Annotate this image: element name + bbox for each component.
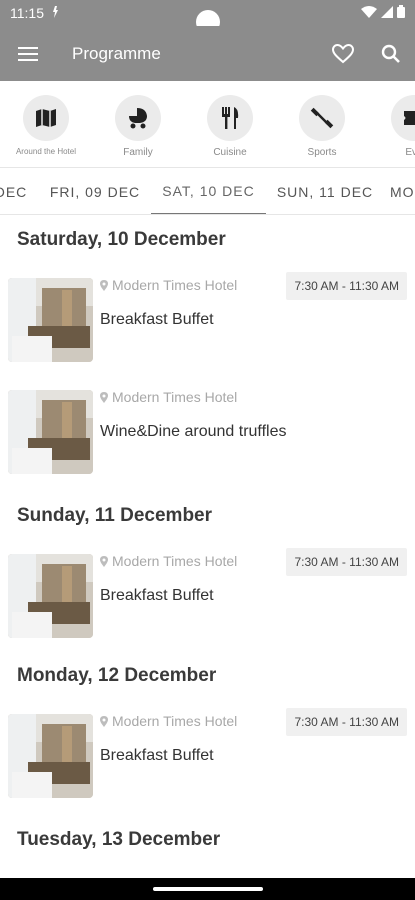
- category-label: Family: [123, 147, 153, 158]
- location-pin-icon: [100, 715, 108, 727]
- map-icon: [23, 95, 69, 141]
- tab-date[interactable]: FRI, 09 DEC: [40, 168, 150, 214]
- heart-icon[interactable]: [319, 26, 367, 81]
- app-screen: 11:15 Programme Around the Hotel Family …: [0, 0, 415, 900]
- status-time: 11:15: [10, 5, 44, 21]
- dumbbell-icon: [299, 95, 345, 141]
- event-item[interactable]: Modern Times Hotel Wine&Dine around truf…: [0, 376, 415, 488]
- event-thumbnail: [8, 714, 93, 798]
- location-pin-icon: [100, 279, 108, 291]
- day-heading: Saturday, 10 December: [17, 229, 226, 250]
- category-label: Sports: [307, 147, 337, 158]
- notification-icon: [50, 5, 60, 21]
- event-thumbnail: [8, 554, 93, 638]
- battery-icon: [397, 5, 405, 21]
- tab-date[interactable]: DEC: [0, 168, 30, 214]
- event-item[interactable]: Modern Times Hotel 7:30 AM - 11:30 AM Br…: [0, 540, 415, 652]
- date-tabs: DEC FRI, 09 DEC SAT, 10 DEC SUN, 11 DEC …: [0, 167, 415, 215]
- status-icons: [361, 5, 405, 21]
- event-item[interactable]: Modern Times Hotel 7:30 AM - 11:30 AM Br…: [0, 700, 415, 812]
- system-nav-bar: [0, 878, 415, 900]
- tab-date-selected[interactable]: SAT, 10 DEC: [151, 168, 266, 214]
- category-label: Cuisine: [213, 147, 247, 158]
- tab-date[interactable]: SUN, 11 DEC: [270, 168, 380, 214]
- category-strip: Around the Hotel Family Cuisine Sports E…: [0, 81, 415, 167]
- location-pin-icon: [100, 555, 108, 567]
- day-heading: Monday, 12 December: [17, 665, 217, 686]
- event-location: Modern Times Hotel: [100, 553, 237, 569]
- event-time-badge: 7:30 AM - 11:30 AM: [286, 548, 407, 576]
- event-time-badge: 7:30 AM - 11:30 AM: [286, 708, 407, 736]
- category-sports[interactable]: Sports: [276, 81, 368, 167]
- location-pin-icon: [100, 391, 108, 403]
- event-title: Wine&Dine around truffles: [100, 423, 287, 440]
- day-heading: Sunday, 11 December: [17, 505, 213, 526]
- ticket-icon: [391, 95, 415, 141]
- programme-list: Saturday, 10 December Modern Times Hotel…: [0, 216, 415, 878]
- event-title: Breakfast Buffet: [100, 311, 214, 328]
- cutlery-icon: [207, 95, 253, 141]
- event-thumbnail: [8, 278, 93, 362]
- home-gesture-handle[interactable]: [153, 887, 263, 891]
- category-around-hotel[interactable]: Around the Hotel: [0, 81, 92, 167]
- category-label: Around the Hotel: [15, 147, 77, 156]
- category-events[interactable]: Eve: [368, 81, 415, 167]
- signal-icon: [381, 5, 393, 21]
- page-title: Programme: [72, 43, 161, 63]
- event-item[interactable]: Modern Times Hotel 7:30 AM - 11:30 AM Br…: [0, 264, 415, 376]
- event-location: Modern Times Hotel: [100, 277, 237, 293]
- day-heading: Tuesday, 13 December: [17, 829, 221, 850]
- menu-icon[interactable]: [0, 26, 56, 81]
- app-bar: Programme: [0, 26, 415, 81]
- category-family[interactable]: Family: [92, 81, 184, 167]
- category-cuisine[interactable]: Cuisine: [184, 81, 276, 167]
- tab-date[interactable]: MO: [390, 168, 415, 214]
- event-title: Breakfast Buffet: [100, 747, 214, 764]
- stroller-icon: [115, 95, 161, 141]
- event-location: Modern Times Hotel: [100, 713, 237, 729]
- event-title: Breakfast Buffet: [100, 587, 214, 604]
- wifi-icon: [361, 5, 377, 21]
- event-thumbnail: [8, 390, 93, 474]
- event-time-badge: 7:30 AM - 11:30 AM: [286, 272, 407, 300]
- category-label: Eve: [405, 147, 415, 158]
- search-icon[interactable]: [367, 26, 415, 81]
- event-location: Modern Times Hotel: [100, 389, 237, 405]
